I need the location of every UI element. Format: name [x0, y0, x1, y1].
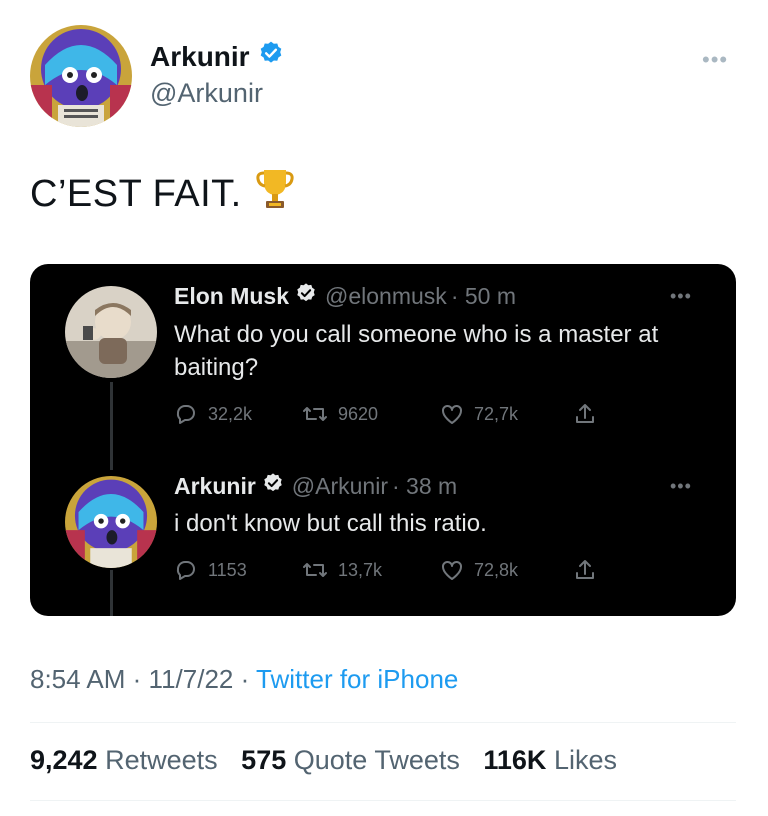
thread-connector: [110, 570, 113, 616]
arkunir-reply-time: · 38 m: [392, 472, 458, 499]
more-options-icon[interactable]: •••: [702, 47, 728, 73]
elon-avatar[interactable]: [65, 286, 157, 378]
more-options-icon[interactable]: •••: [670, 286, 692, 307]
reply-count: 1153: [208, 559, 247, 580]
like-button[interactable]: 72,8k: [440, 559, 574, 581]
tweet-text-content: C’EST FAIT.: [30, 172, 242, 215]
arkunir-reply-actions: 1153 13,7k 72,8k: [174, 558, 596, 582]
quote-tweets-count: 575: [241, 745, 287, 775]
trophy-icon: [256, 168, 294, 220]
like-count: 72,8k: [474, 559, 519, 580]
reply-count: 32,2k: [208, 403, 253, 424]
tweet-date[interactable]: 11/7/22: [149, 664, 234, 694]
verified-badge-icon: [262, 472, 284, 500]
retweet-button[interactable]: 9620: [302, 403, 440, 425]
heart-icon: [442, 560, 462, 580]
reply-button[interactable]: 1153: [174, 558, 302, 582]
retweets-label: Retweets: [105, 745, 218, 775]
retweets-stat[interactable]: 9,242 Retweets: [30, 745, 225, 775]
retweet-icon: [303, 407, 327, 421]
retweet-count: 9620: [338, 403, 379, 424]
elon-name[interactable]: Elon Musk: [174, 283, 289, 310]
divider: [30, 800, 736, 801]
arkunir-reply-handle[interactable]: @Arkunir: [292, 473, 388, 500]
retweet-icon: [303, 563, 327, 577]
author-name[interactable]: Arkunir: [150, 41, 250, 73]
separator: ·: [132, 664, 142, 694]
tweet-metadata: 8:54 AM · 11/7/22 · Twitter for iPhone: [30, 664, 458, 695]
likes-stat[interactable]: 116K Likes: [483, 745, 617, 775]
reply-icon: [176, 561, 195, 580]
engagement-stats: 9,242 Retweets 575 Quote Tweets 116K Lik…: [30, 745, 633, 776]
elon-handle[interactable]: @elonmusk: [325, 283, 447, 310]
thread-connector: [110, 382, 113, 470]
tweet-source-link[interactable]: Twitter for iPhone: [256, 664, 458, 694]
arkunir-reply-header: Arkunir @Arkunir · 38 m: [174, 472, 457, 500]
arkunir-avatar[interactable]: [65, 476, 157, 568]
like-count: 72,7k: [474, 403, 519, 424]
verified-badge-icon: [258, 40, 284, 73]
share-icon: [576, 560, 594, 579]
share-button[interactable]: [574, 558, 596, 582]
like-button[interactable]: 72,7k: [440, 403, 574, 425]
author-name-row[interactable]: Arkunir: [150, 40, 284, 73]
elon-tweet-text: What do you call someone who is a master…: [174, 321, 659, 381]
elon-time: · 50 m: [450, 282, 516, 309]
reply-button[interactable]: 32,2k: [174, 402, 302, 426]
tweet-time[interactable]: 8:54 AM: [30, 664, 125, 694]
share-icon: [576, 404, 594, 423]
heart-icon: [442, 404, 462, 424]
elon-tweet-actions: 32,2k 9620 72,7k: [174, 402, 596, 426]
retweets-count: 9,242: [30, 745, 98, 775]
more-options-icon[interactable]: •••: [670, 476, 692, 497]
retweet-button[interactable]: 13,7k: [302, 559, 440, 581]
share-button[interactable]: [574, 402, 596, 426]
retweet-count: 13,7k: [338, 559, 383, 580]
elon-tweet-header: Elon Musk @elonmusk · 50 m: [174, 282, 516, 310]
quote-tweets-stat[interactable]: 575 Quote Tweets: [241, 745, 467, 775]
tweet-text: C’EST FAIT.: [30, 168, 294, 220]
author-avatar[interactable]: [30, 25, 132, 127]
quoted-thread-image[interactable]: Elon Musk @elonmusk · 50 m ••• What do y…: [30, 264, 736, 616]
arkunir-reply-name[interactable]: Arkunir: [174, 473, 256, 500]
author-handle[interactable]: @Arkunir: [150, 78, 263, 109]
quote-tweets-label: Quote Tweets: [293, 745, 460, 775]
separator: ·: [240, 664, 250, 694]
divider: [30, 722, 736, 723]
verified-badge-icon: [295, 282, 317, 310]
arkunir-reply-text: i don't know but call this ratio.: [174, 510, 487, 537]
reply-icon: [176, 405, 195, 424]
likes-count: 116K: [483, 745, 547, 775]
likes-label: Likes: [553, 745, 617, 775]
